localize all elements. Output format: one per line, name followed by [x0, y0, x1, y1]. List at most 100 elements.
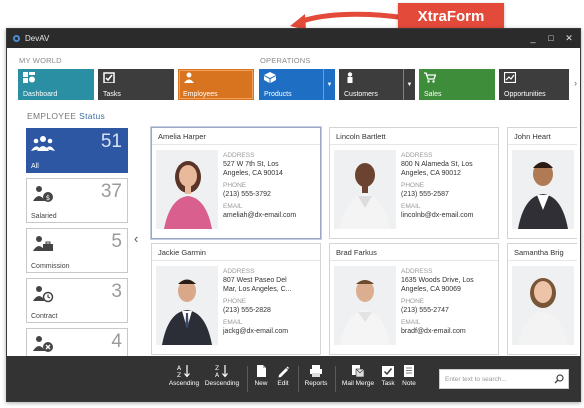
screenshot-root: XtraForm DevAV _ □ ✕ MY WORLD OPERATIONS… [0, 0, 584, 408]
filter-label: Salaried [31, 213, 57, 220]
reports-button[interactable]: Reports [302, 364, 330, 387]
employee-card[interactable]: Brad Farkus ADDRESS 1635 Woods Drive, Lo… [329, 243, 499, 355]
card-divider [508, 144, 577, 145]
status-link[interactable]: Status [79, 111, 105, 121]
svg-text:Z: Z [177, 372, 181, 378]
card-divider [330, 144, 498, 145]
tile-label: Customers [344, 91, 378, 98]
email-value[interactable]: ameliah@dx-email.com [223, 211, 320, 220]
edit-button[interactable]: Edit [273, 364, 293, 387]
bottom-toolbar: AZ Ascending ZA Descending New Edit Repo… [7, 356, 580, 401]
tile-employees[interactable]: Employees [178, 69, 254, 100]
employee-photo [156, 150, 218, 229]
employee-card[interactable]: Amelia Harper ADDRESS 527 W 7th St, Los … [151, 127, 321, 239]
filter-all[interactable]: 51 All [26, 128, 128, 173]
chevron-down-icon[interactable]: ▼ [403, 69, 415, 100]
tile-customers[interactable]: Customers ▼ [339, 69, 415, 100]
search-input[interactable] [440, 370, 550, 388]
task-checkbox-icon [382, 366, 394, 377]
close-button[interactable]: ✕ [562, 32, 576, 45]
tile-products[interactable]: Products ▼ [259, 69, 335, 100]
group-icon [31, 136, 55, 151]
tasks-icon [103, 72, 115, 83]
employee-card[interactable]: Lincoln Bartlett ADDRESS 800 N Alameda S… [329, 127, 499, 239]
new-button[interactable]: New [251, 364, 271, 387]
note-button[interactable]: Note [400, 364, 418, 387]
employee-card[interactable]: Samantha Brig [507, 243, 577, 355]
address-line-1: 527 W 7th St, Los [223, 161, 279, 168]
email-value[interactable]: jackg@dx-email.com [223, 327, 320, 336]
card-divider [152, 260, 320, 261]
app-window: DevAV _ □ ✕ MY WORLD OPERATIONS Dashboar… [6, 28, 581, 402]
phone-value: (213) 555-3792 [223, 191, 271, 198]
employee-name: Brad Farkus [336, 248, 377, 257]
search-box [439, 369, 569, 389]
products-icon [264, 72, 276, 83]
employee-details: ADDRESS 807 West Paseo Del Mar, Los Ange… [223, 267, 320, 336]
employee-header-label: EMPLOYEE [27, 111, 77, 121]
chevron-down-icon[interactable]: ▼ [323, 69, 335, 100]
email-label: EMAIL [401, 319, 421, 326]
tile-sales[interactable]: Sales [419, 69, 495, 100]
employee-name: John Heart [514, 132, 551, 141]
xtraform-callout: XtraForm [398, 3, 504, 30]
tile-label: Opportunities [504, 91, 546, 98]
filter-count: 4 [111, 331, 122, 352]
filter-terminated[interactable]: 4 [26, 328, 128, 356]
employees-icon [184, 72, 194, 83]
address-line-1: 1635 Woods Drive, Los [401, 277, 474, 284]
group-label-my-world: MY WORLD [19, 56, 62, 65]
filter-count: 37 [100, 181, 122, 202]
employee-photo [156, 266, 218, 345]
chevron-right-icon[interactable]: › [574, 78, 577, 88]
tile-opportunities[interactable]: Opportunities [499, 69, 569, 100]
toolbar-label: Mail Merge [341, 380, 375, 387]
filter-label: All [31, 163, 39, 170]
toolbar-label: Descending [204, 380, 240, 387]
dashboard-icon [23, 72, 35, 83]
address-line-2: Angeles, CA 90012 [401, 170, 461, 177]
toolbar-label: Reports [304, 380, 328, 387]
employee-photo [512, 266, 574, 345]
employee-name: Samantha Brig [514, 248, 564, 257]
printer-icon [310, 365, 322, 377]
employee-details: ADDRESS 527 W 7th St, Los Angeles, CA 90… [223, 151, 320, 220]
minimize-button[interactable]: _ [526, 32, 540, 45]
chevron-left-icon[interactable]: ‹ [134, 231, 138, 246]
sort-descending-icon: ZA [215, 365, 228, 378]
svg-text:A: A [215, 372, 220, 378]
tile-label: Employees [183, 91, 218, 98]
phone-value: (213) 555-2828 [223, 307, 271, 314]
filter-label: Commission [31, 263, 70, 270]
filter-commission[interactable]: 5 Commission [26, 228, 128, 273]
sort-ascending-icon: AZ [177, 365, 190, 378]
tile-label: Sales [424, 91, 442, 98]
salaried-icon: $ [33, 186, 53, 202]
address-line-1: 807 West Paseo Del [223, 277, 287, 284]
toolbar-label: Note [402, 380, 416, 387]
tile-label: Tasks [103, 91, 121, 98]
sort-descending-button[interactable]: ZA Descending [203, 364, 241, 387]
phone-label: PHONE [223, 298, 247, 305]
mail-merge-button[interactable]: Mail Merge [339, 364, 377, 387]
filter-contract[interactable]: 3 Contract [26, 278, 128, 323]
search-icon[interactable] [554, 374, 564, 384]
window-title: DevAV [25, 34, 50, 43]
tile-label: Dashboard [23, 91, 58, 98]
employee-card[interactable]: John Heart [507, 127, 577, 239]
title-bar: DevAV _ □ ✕ [7, 29, 580, 48]
sort-ascending-button[interactable]: AZ Ascending [167, 364, 201, 387]
email-value[interactable]: bradf@dx-email.com [401, 327, 498, 336]
employee-card[interactable]: Jackie Garmin ADDRESS 807 West Paseo Del… [151, 243, 321, 355]
card-divider [508, 260, 577, 261]
filter-count: 5 [111, 231, 122, 252]
phone-label: PHONE [401, 182, 425, 189]
filter-salaried[interactable]: $ 37 Salaried [26, 178, 128, 223]
tile-dashboard[interactable]: Dashboard [18, 69, 94, 100]
maximize-button[interactable]: □ [544, 32, 558, 45]
tile-tasks[interactable]: Tasks [98, 69, 174, 100]
task-button[interactable]: Task [379, 364, 397, 387]
email-value[interactable]: lincolnb@dx-email.com [401, 211, 498, 220]
phone-label: PHONE [401, 298, 425, 305]
toolbar-separator [298, 366, 299, 392]
